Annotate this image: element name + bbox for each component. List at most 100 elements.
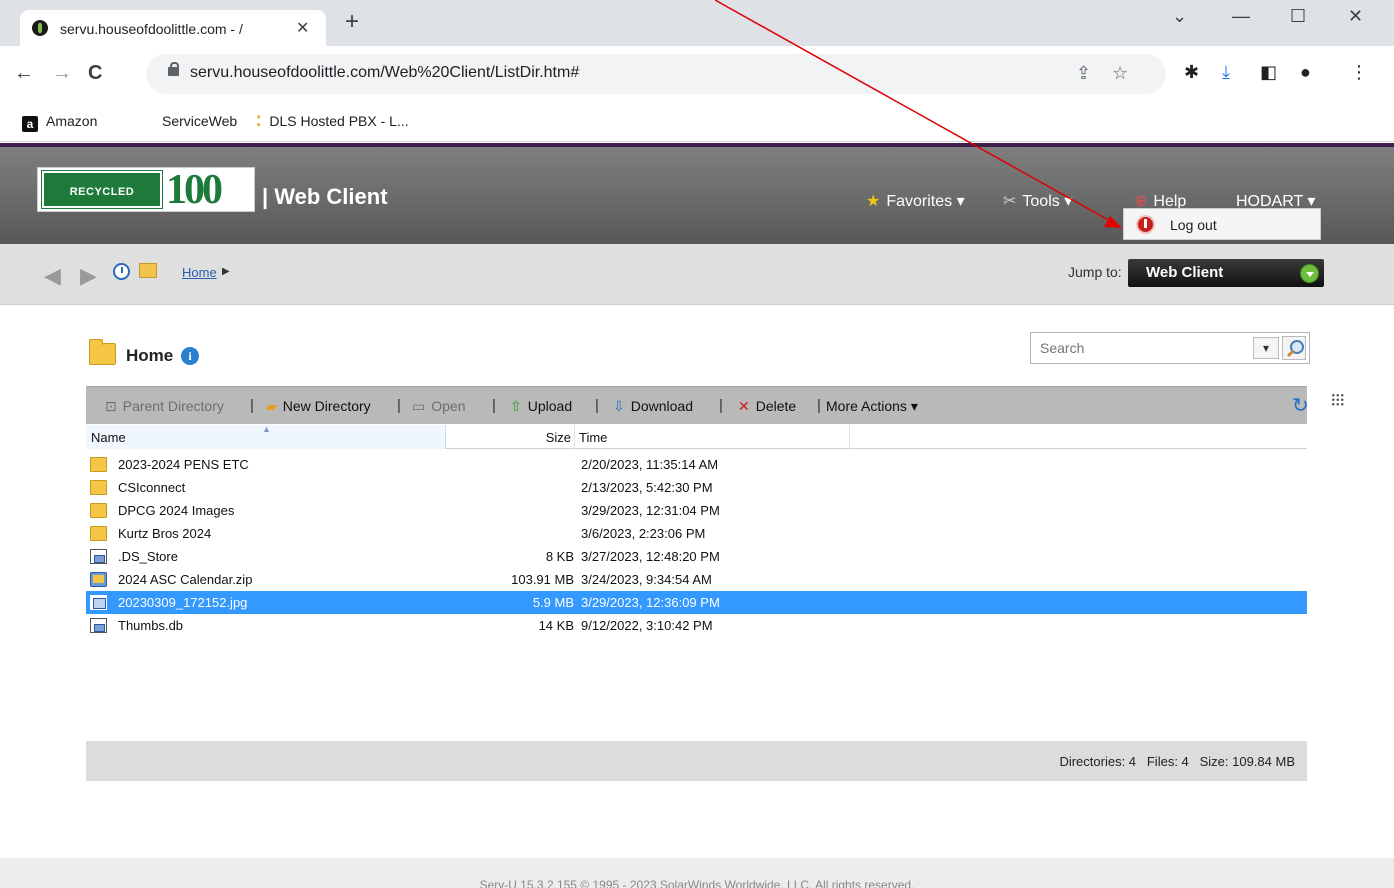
jump-to-select[interactable]: Web Client [1128, 259, 1324, 287]
file-row[interactable]: Kurtz Bros 2024 3/6/2023, 2:23:06 PM [86, 522, 1307, 545]
download-icon[interactable]: ⤓ [1222, 62, 1230, 83]
file-size: 14 KB [538, 618, 574, 633]
search-icon[interactable] [1282, 336, 1306, 360]
lock-icon [168, 62, 179, 76]
bookmarks-bar: a Amazon ServiceWeb ⁚ DLS Hosted PBX - L..… [0, 102, 1394, 142]
file-time: 3/29/2023, 12:36:09 PM [581, 595, 720, 610]
view-grid-icon[interactable] [1331, 393, 1345, 407]
column-header-name[interactable]: Name ▲ [86, 424, 446, 449]
logout-menu-item[interactable]: Log out [1123, 208, 1321, 240]
parent-directory-button[interactable]: ⊡ Parent Directory [105, 398, 224, 415]
toolbar-separator: | [595, 397, 599, 414]
download-icon: ⇩ [613, 398, 625, 414]
file-name: CSIconnect [118, 480, 186, 495]
side-panel-icon[interactable]: ◧ [1260, 62, 1277, 83]
more-actions-menu[interactable]: More Actions ▾ [826, 398, 918, 415]
search-options-chevron-icon[interactable]: ▾ [1253, 337, 1279, 359]
history-clock-icon[interactable] [113, 263, 130, 280]
maximize-icon[interactable]: ☐ [1290, 6, 1306, 27]
file-name: Kurtz Bros 2024 [118, 526, 212, 541]
file-time: 2/13/2023, 5:42:30 PM [581, 480, 713, 495]
toolbar-separator: | [492, 397, 496, 414]
breadcrumb-arrow-icon[interactable]: ▶ [222, 266, 230, 277]
zip-icon [90, 572, 107, 587]
file-time: 3/24/2023, 9:34:54 AM [581, 572, 712, 587]
file-time: 9/12/2022, 3:10:42 PM [581, 618, 713, 633]
delete-x-icon: ✕ [738, 398, 750, 414]
search-input[interactable] [1031, 333, 1251, 363]
toolbar-separator: | [250, 397, 254, 414]
file-row-selected[interactable]: 20230309_172152.jpg 5.9 MB 3/29/2023, 12:3… [86, 591, 1307, 614]
info-icon[interactable]: i [181, 347, 199, 365]
file-time: 3/27/2023, 12:48:20 PM [581, 549, 720, 564]
browser-tab-strip: servu.houseofdoolittle.com - / ✕ + ⌄ — ☐… [0, 0, 1394, 46]
upload-button[interactable]: ⇧ Upload [510, 398, 572, 415]
file-row[interactable]: Thumbs.db 14 KB 9/12/2022, 3:10:42 PM [86, 614, 1307, 637]
nav-forward-icon[interactable]: ▶ [80, 263, 97, 289]
file-row[interactable]: CSIconnect 2/13/2023, 5:42:30 PM [86, 476, 1307, 499]
jump-to-label: Jump to: [1068, 264, 1122, 280]
nav-back-icon[interactable]: ◀ [44, 263, 61, 289]
profile-avatar-icon[interactable]: ● [1300, 62, 1311, 83]
file-time: 2/20/2023, 11:35:14 AM [581, 457, 719, 472]
window-close-icon[interactable]: ✕ [1348, 6, 1363, 27]
app-title: | Web Client [262, 184, 388, 209]
new-directory-button[interactable]: ▰ New Directory [266, 398, 371, 415]
file-row[interactable]: 2023-2024 PENS ETC 2/20/2023, 11:35:14 AM [86, 453, 1307, 476]
folder-icon [89, 339, 116, 365]
folder-icon [90, 480, 107, 495]
column-header-time[interactable]: Time [575, 425, 850, 449]
pbx-icon: ⁚ [256, 113, 262, 129]
jump-dropdown-icon[interactable] [1300, 264, 1319, 283]
tab-title: servu.houseofdoolittle.com - / [60, 21, 243, 37]
bookmark-amazon[interactable]: a Amazon [22, 113, 97, 132]
folder-icon [90, 457, 107, 472]
url-field[interactable]: servu.houseofdoolittle.com/Web%20Client/… [146, 54, 1166, 94]
file-row[interactable]: .DS_Store 8 KB 3/27/2023, 12:48:20 PM [86, 545, 1307, 568]
bookmark-serviceweb[interactable]: ServiceWeb [162, 113, 237, 129]
download-button[interactable]: ⇩ Download [613, 398, 693, 415]
toolbar-separator: | [719, 397, 723, 414]
delete-button[interactable]: ✕ Delete [738, 398, 796, 415]
file-row[interactable]: DPCG 2024 Images 3/29/2023, 12:31:04 PM [86, 499, 1307, 522]
folder-go-icon[interactable] [139, 263, 157, 278]
file-size: 103.91 MB [511, 572, 574, 587]
parent-directory-icon: ⊡ [105, 398, 117, 414]
image-file-icon [90, 595, 107, 610]
status-bar: Directories: 4 Files: 4 Size: 109.84 MB [86, 741, 1307, 781]
new-folder-icon: ▰ [266, 398, 277, 414]
back-icon[interactable]: ← [14, 62, 34, 85]
upload-icon: ⇧ [510, 398, 522, 414]
file-name: .DS_Store [118, 549, 178, 564]
file-row[interactable]: 2024 ASC Calendar.zip 103.91 MB 3/24/2023,… [86, 568, 1307, 591]
column-header-size[interactable]: Size [446, 425, 575, 449]
share-icon[interactable]: ⇪ [1076, 63, 1091, 84]
file-list-header: Name ▲ Size Time [86, 424, 1307, 449]
tab-close-icon[interactable]: ✕ [296, 18, 309, 38]
url-text: servu.houseofdoolittle.com/Web%20Client/… [190, 64, 580, 81]
file-name: 2024 ASC Calendar.zip [118, 572, 253, 587]
bookmark-star-icon[interactable]: ☆ [1112, 63, 1128, 84]
favorites-menu[interactable]: ★ Favorites ▾ [866, 191, 965, 211]
extensions-puzzle-icon[interactable]: ✱ [1184, 62, 1199, 83]
new-tab-icon[interactable]: + [345, 10, 359, 34]
tools-menu[interactable]: ✂ Tools ▾ [1003, 191, 1072, 211]
minimize-icon[interactable]: — [1232, 6, 1250, 27]
refresh-icon[interactable]: ↻ [1292, 393, 1309, 418]
reload-icon[interactable]: C [88, 62, 102, 85]
file-icon [90, 618, 107, 633]
file-name: Thumbs.db [118, 618, 184, 633]
tab-search-chevron-icon[interactable]: ⌄ [1172, 6, 1187, 27]
browser-tab[interactable]: servu.houseofdoolittle.com - / ✕ [20, 10, 326, 46]
open-button[interactable]: ▭ Open [412, 398, 465, 415]
toolbar-separator: | [817, 397, 821, 414]
footer: Serv-U 15.3.2.155 © 1995 - 2023 SolarWin… [0, 858, 1394, 888]
bookmark-dls-pbx[interactable]: ⁚ DLS Hosted PBX - L... [256, 113, 409, 130]
company-logo: RECYCLED 100 [37, 167, 255, 213]
file-name: 20230309_172152.jpg [118, 595, 248, 610]
copyright-text: Serv-U 15.3.2.155 © 1995 - 2023 SolarWin… [479, 878, 915, 888]
breadcrumb-home[interactable]: Home [182, 265, 217, 280]
chrome-menu-icon[interactable]: ⋮ [1350, 62, 1368, 83]
forward-icon[interactable]: → [52, 62, 72, 85]
folder-icon [90, 503, 107, 518]
